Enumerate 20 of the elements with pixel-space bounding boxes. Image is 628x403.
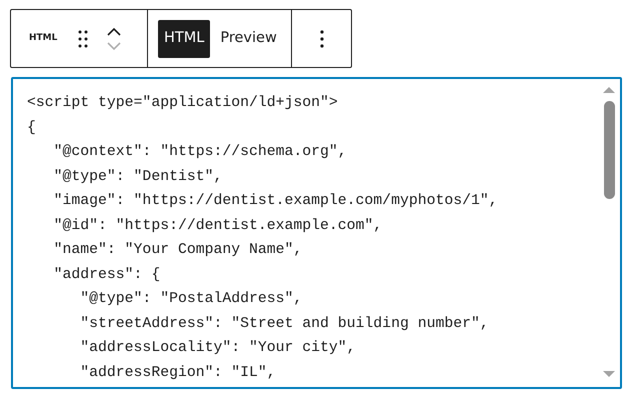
chevron-up-icon[interactable] xyxy=(107,28,122,36)
code-line: "name": "Your Company Name", xyxy=(52,241,302,260)
code-editor[interactable] xyxy=(11,77,622,389)
code-line: "addressLocality": "Your city", xyxy=(79,339,356,358)
code-line: <script type="application/ld+json"> xyxy=(27,94,338,113)
code-line: { xyxy=(27,118,36,138)
block-type-label: HTML xyxy=(28,32,58,45)
code-line: "@type": "PostalAddress", xyxy=(79,290,302,309)
code-line: "address": { xyxy=(52,266,160,284)
more-options-icon[interactable] xyxy=(318,28,324,48)
code-line: "addressRegion": "IL", xyxy=(79,364,276,382)
drag-handle-icon[interactable] xyxy=(77,28,90,48)
code-line: "image": "https://dentist.example.com/myphotos/1", xyxy=(52,192,498,211)
code-line: "@context": "https://schema.org", xyxy=(52,143,347,162)
mode-tab[interactable]: HTML xyxy=(158,20,210,58)
scrollbar-thumb[interactable] xyxy=(604,101,615,199)
code-line: "@id": "https://dentist.example.com", xyxy=(52,216,382,236)
code-line: "@type": "Dentist", xyxy=(52,168,222,186)
code-line: "streetAddress": "Street and building number", xyxy=(79,314,489,334)
mode-tab[interactable]: Preview xyxy=(214,20,283,58)
